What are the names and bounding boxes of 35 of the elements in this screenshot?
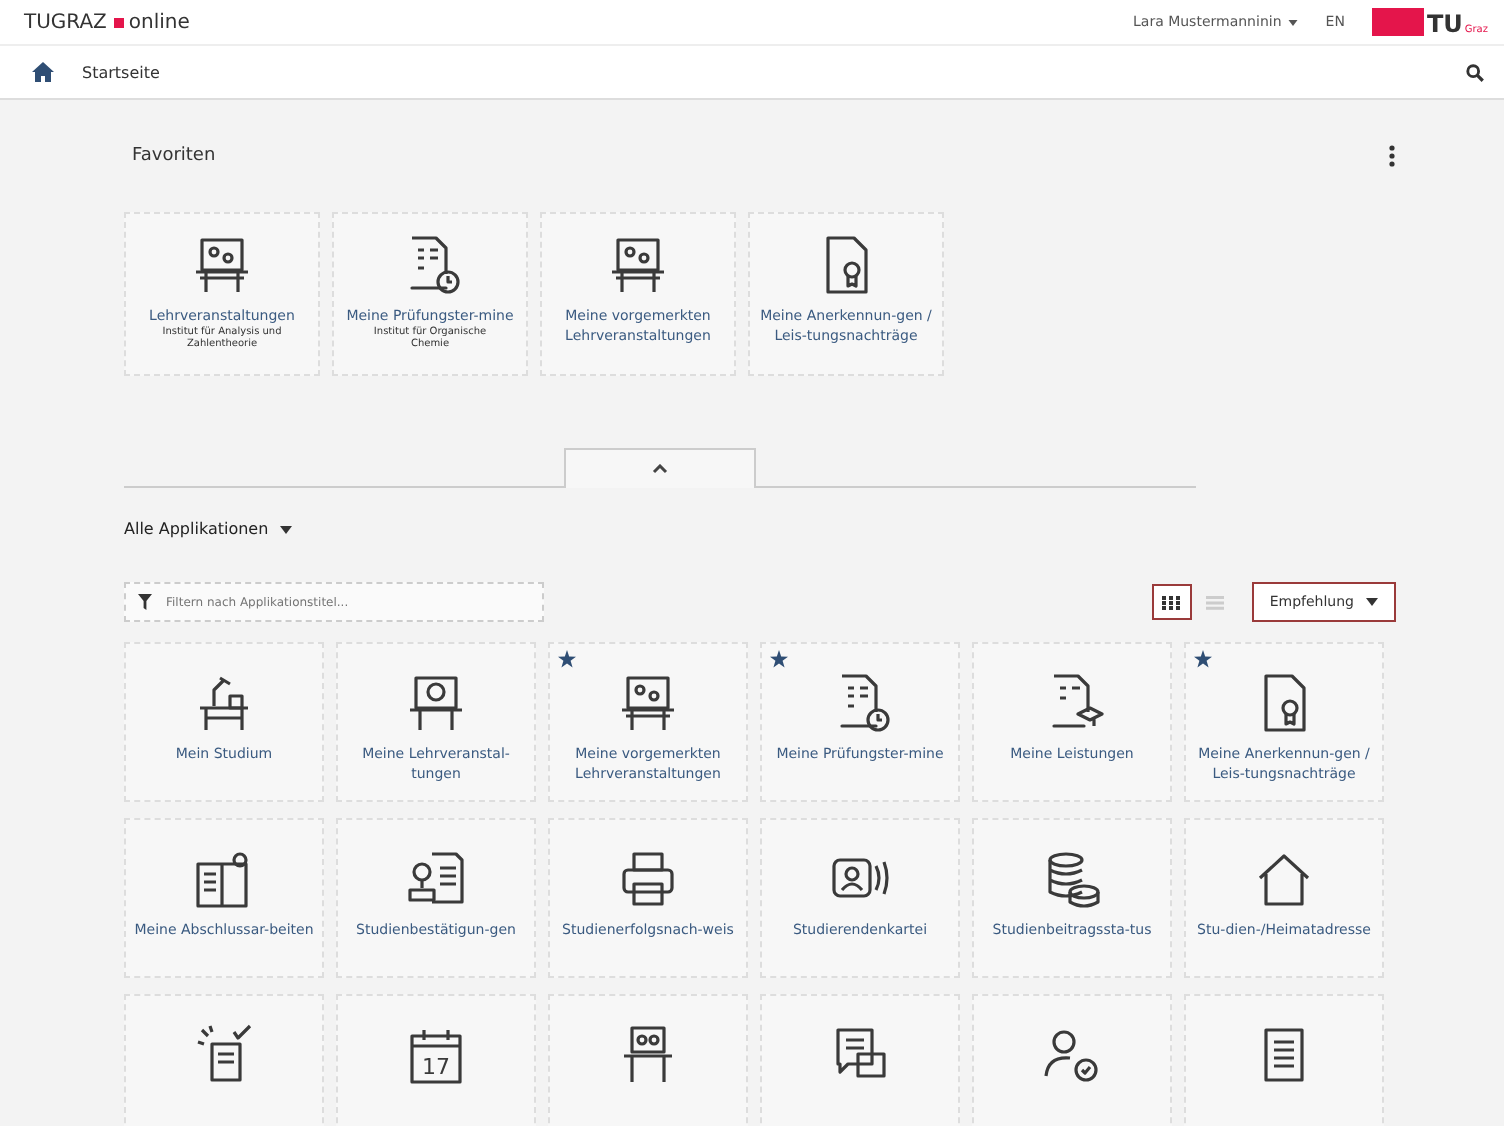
chevron-up-icon xyxy=(652,464,668,474)
more-options-icon[interactable] xyxy=(1388,144,1396,168)
application-tile[interactable] xyxy=(972,994,1172,1126)
brand-suffix: online xyxy=(128,11,190,33)
breadcrumb-link[interactable]: Startseite xyxy=(82,63,160,81)
section-title: Favoriten xyxy=(132,146,216,166)
brand-name: TUGRAZ xyxy=(24,11,107,33)
person-check-icon xyxy=(1040,1024,1104,1088)
application-tile[interactable] xyxy=(124,994,324,1126)
filter-icon xyxy=(138,594,152,610)
caret-icon xyxy=(1366,598,1378,606)
applications-dropdown[interactable]: Alle Applikationen xyxy=(124,520,293,538)
home-icon[interactable] xyxy=(32,62,54,82)
logo-text: TU xyxy=(1426,12,1463,36)
lecture-screen-icon xyxy=(404,672,468,736)
application-tile[interactable] xyxy=(760,994,960,1126)
brand-square-icon xyxy=(114,17,125,27)
lecture-board-icon xyxy=(606,234,670,298)
hand-checklist-icon xyxy=(192,1024,256,1088)
logo-blocks-icon xyxy=(1372,8,1425,36)
application-tile[interactable] xyxy=(548,994,748,1126)
printer-icon xyxy=(616,848,680,912)
star-icon xyxy=(558,650,576,668)
lecture-board-icon xyxy=(190,234,254,298)
grid-view-button[interactable] xyxy=(1151,584,1192,620)
star-icon xyxy=(1194,650,1212,668)
application-tile[interactable] xyxy=(1184,994,1384,1126)
lecture-board-icon xyxy=(616,672,680,736)
application-tile[interactable]: 17 xyxy=(336,994,536,1126)
grid-icon xyxy=(1162,595,1181,609)
search-icon[interactable] xyxy=(1466,63,1484,81)
star-icon xyxy=(770,650,788,668)
caret-icon xyxy=(1287,19,1298,25)
caret-icon xyxy=(280,525,293,533)
list-icon xyxy=(1206,595,1225,609)
